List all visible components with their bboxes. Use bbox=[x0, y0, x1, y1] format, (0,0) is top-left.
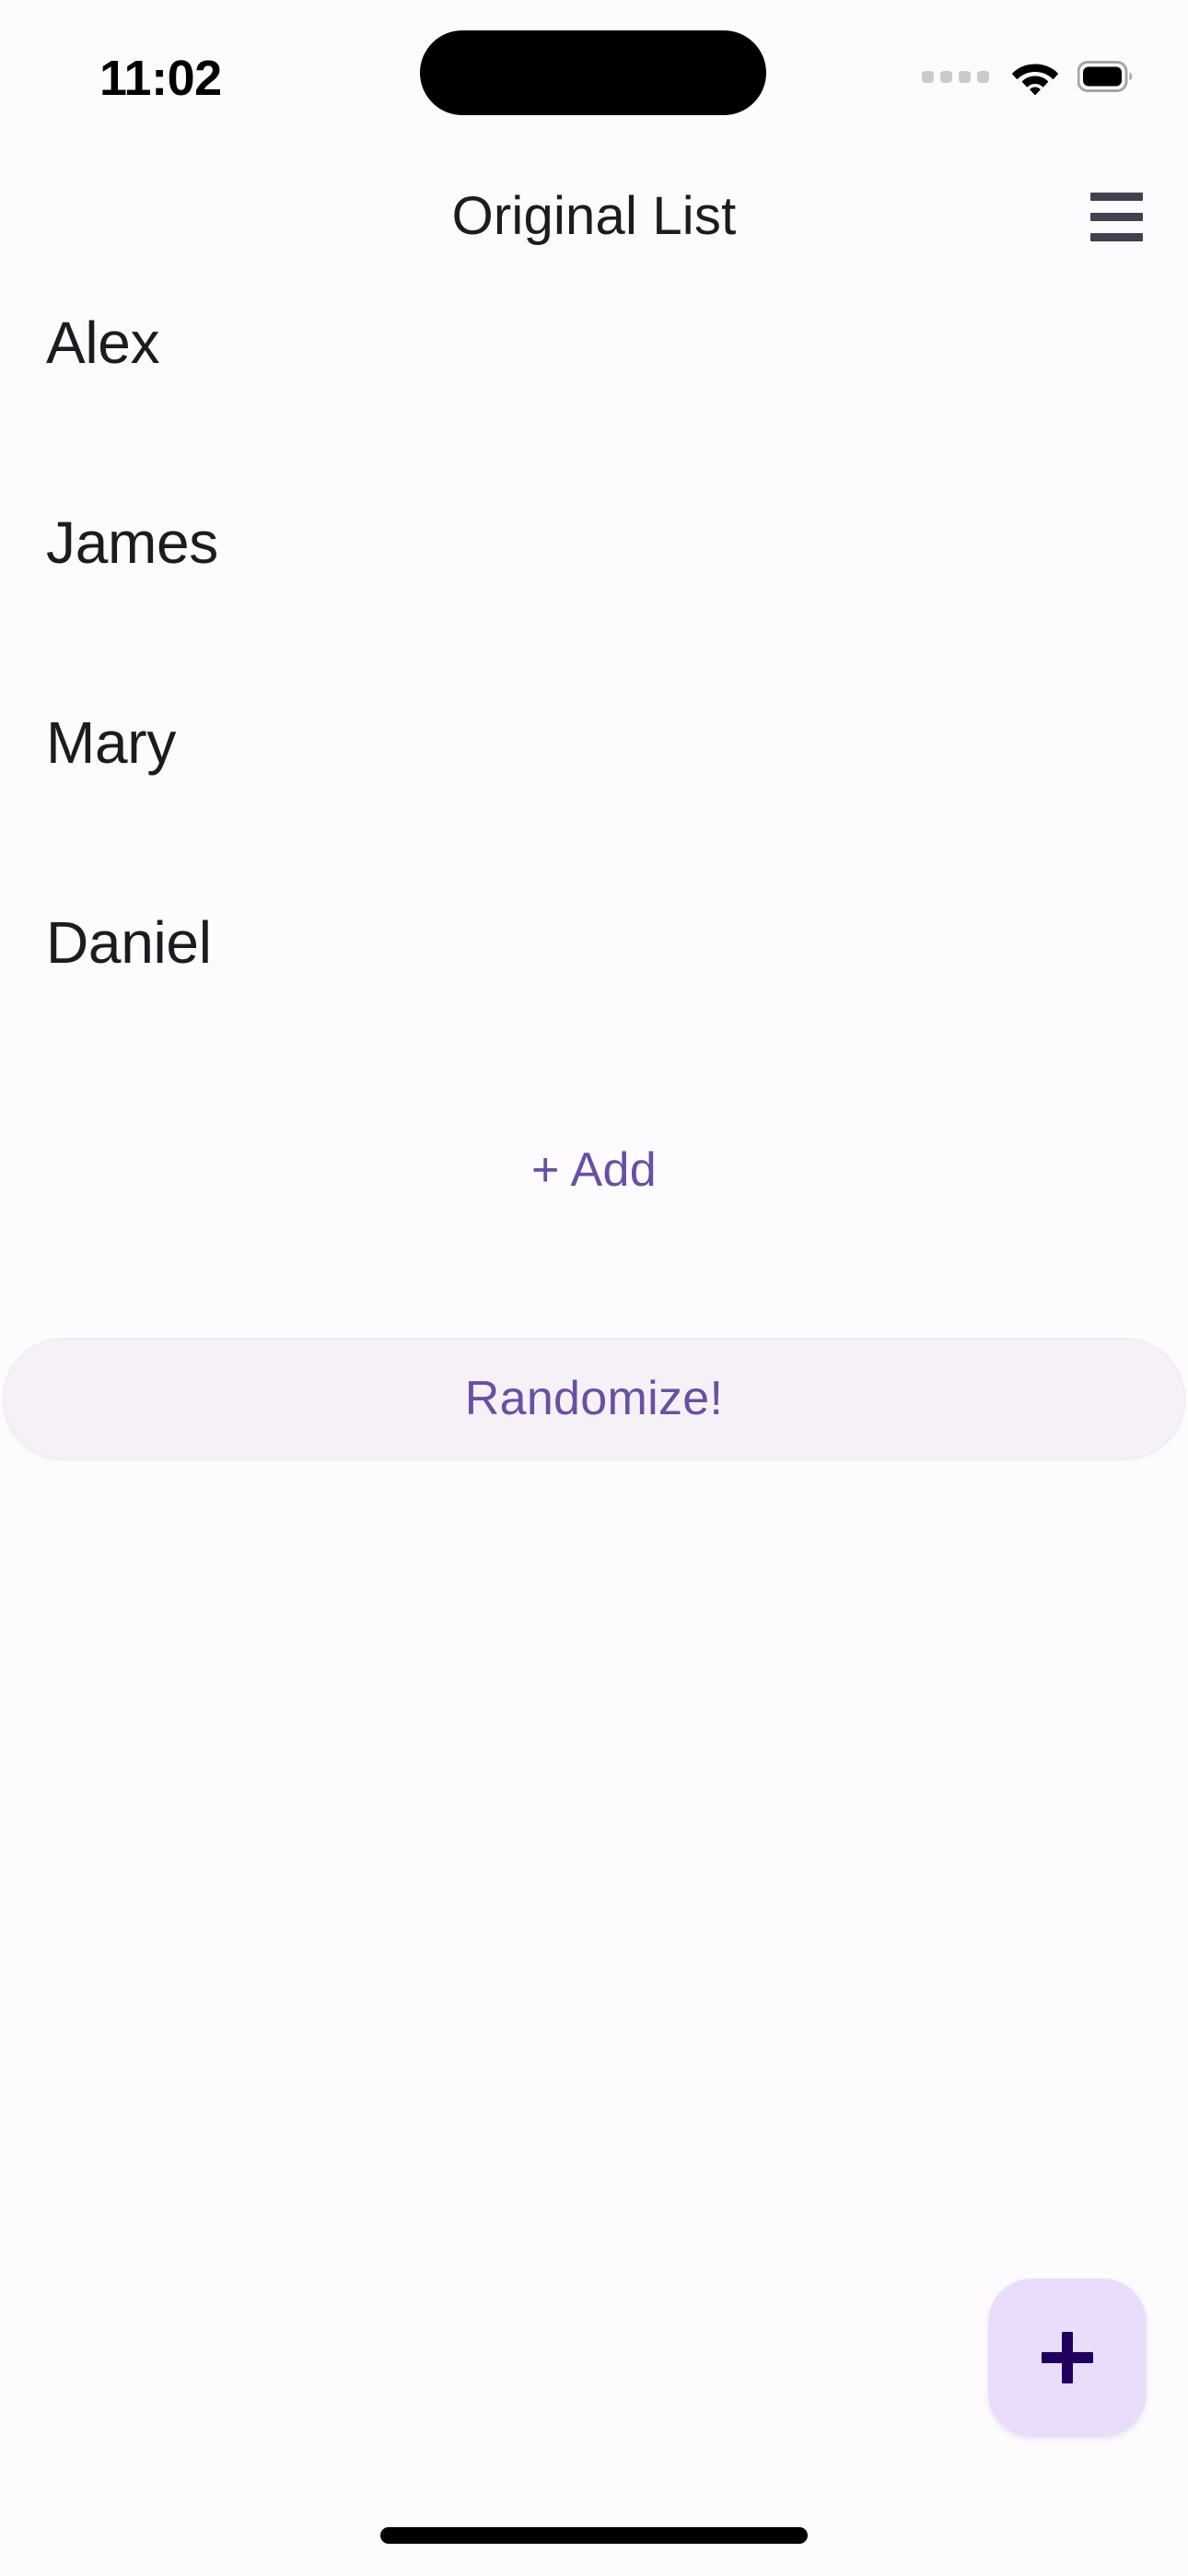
status-bar-time: 11:02 bbox=[99, 51, 222, 106]
floating-action-button[interactable] bbox=[988, 2278, 1147, 2437]
add-item-button[interactable]: + Add bbox=[0, 1110, 1188, 1230]
page-title: Original List bbox=[451, 186, 737, 246]
list-item-label: James bbox=[46, 509, 219, 576]
randomize-button-label: Randomize! bbox=[464, 1372, 724, 1425]
name-list: Alex James Mary Daniel bbox=[0, 304, 1188, 1104]
list-item[interactable]: Alex bbox=[0, 304, 1188, 504]
dynamic-island bbox=[420, 30, 766, 115]
status-bar: 11:02 bbox=[0, 0, 1188, 147]
hamburger-menu-icon[interactable] bbox=[1077, 178, 1155, 255]
add-item-button-label: + Add bbox=[531, 1143, 657, 1197]
wifi-icon bbox=[1011, 58, 1059, 95]
home-indicator[interactable] bbox=[380, 2527, 808, 2544]
app-bar: Original List bbox=[0, 147, 1188, 286]
battery-full-icon bbox=[1077, 58, 1135, 95]
list-item[interactable]: James bbox=[0, 504, 1188, 704]
list-item-label: Alex bbox=[46, 310, 160, 376]
list-item[interactable]: Daniel bbox=[0, 904, 1188, 1104]
phone-screen: 11:02 Original List Alex James Mary Dani… bbox=[0, 0, 1188, 2576]
list-item-label: Daniel bbox=[46, 909, 212, 976]
plus-icon bbox=[1042, 2332, 1093, 2383]
list-item-label: Mary bbox=[46, 709, 177, 776]
signal-dots-icon bbox=[922, 70, 989, 83]
list-item[interactable]: Mary bbox=[0, 704, 1188, 904]
randomize-button[interactable]: Randomize! bbox=[3, 1338, 1185, 1459]
status-bar-indicators bbox=[922, 48, 1135, 105]
